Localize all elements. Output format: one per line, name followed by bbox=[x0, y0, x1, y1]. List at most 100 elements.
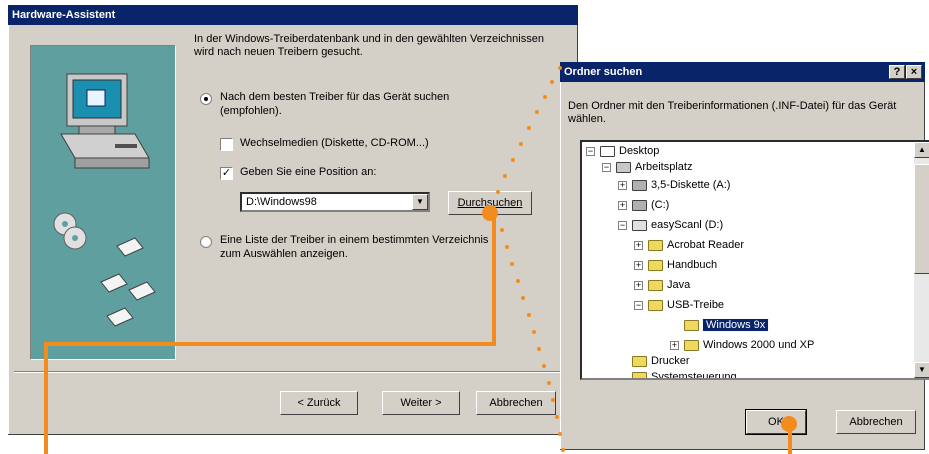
next-button[interactable]: Weiter > bbox=[382, 391, 460, 415]
connector-dot bbox=[551, 398, 555, 402]
computer-icon bbox=[616, 161, 631, 173]
tree-item-drucker[interactable]: Drucker bbox=[632, 353, 690, 369]
tree-item-handbuch[interactable]: Handbuch bbox=[648, 257, 717, 273]
folder-dialog-title: Ordner suchen bbox=[564, 66, 643, 78]
checkbox-removable-media-label: Wechselmedien (Diskette, CD-ROM...) bbox=[240, 137, 429, 149]
collapse-icon[interactable]: − bbox=[586, 147, 595, 156]
callout-line-vertical bbox=[492, 215, 496, 346]
close-icon: × bbox=[910, 66, 918, 78]
connector-dot bbox=[521, 296, 525, 300]
connector-dot bbox=[550, 80, 554, 84]
expand-icon[interactable]: + bbox=[618, 201, 627, 210]
connector-dot bbox=[496, 190, 500, 194]
callout-line-horizontal bbox=[44, 342, 496, 346]
tree-item-usb-treibe[interactable]: USB-Treibe bbox=[648, 297, 724, 313]
connector-dot bbox=[500, 228, 504, 232]
connector-dot bbox=[532, 330, 536, 334]
connector-dot bbox=[505, 245, 509, 249]
checkbox-specify-location-label: Geben Sie eine Position an: bbox=[240, 166, 377, 178]
connector-dot bbox=[558, 432, 562, 436]
location-combobox[interactable]: D:\Windows98 ▼ bbox=[240, 192, 430, 212]
expand-icon[interactable]: + bbox=[670, 341, 679, 350]
tree-scrollbar[interactable]: ▲ ▼ bbox=[914, 142, 929, 378]
tree-item-windows-9x[interactable]: Windows 9x bbox=[684, 317, 770, 333]
connector-dot bbox=[555, 415, 559, 419]
expand-icon[interactable]: + bbox=[618, 181, 627, 190]
scroll-thumb[interactable] bbox=[914, 164, 929, 274]
folder-icon bbox=[648, 279, 663, 291]
location-value: D:\Windows98 bbox=[246, 196, 317, 208]
connector-dot bbox=[516, 279, 520, 283]
tree-item-drive-d[interactable]: easyScanl (D:) bbox=[632, 217, 723, 233]
ok-button[interactable]: OK bbox=[745, 409, 807, 435]
folder-icon bbox=[648, 259, 663, 271]
wizard-title-bar[interactable]: Hardware-Assistent bbox=[8, 5, 578, 25]
chevron-down-icon: ▼ bbox=[416, 197, 424, 206]
radio-best-driver-label: Nach dem besten Treiber für das Gerät su… bbox=[220, 91, 450, 103]
connector-dot bbox=[511, 158, 515, 162]
tree-item-windows-2000[interactable]: Windows 2000 und XP bbox=[684, 337, 814, 353]
wizard-illustration bbox=[30, 45, 176, 360]
connector-dot bbox=[558, 66, 562, 70]
folder-icon bbox=[648, 299, 663, 311]
folder-dialog-description: Den Ordner mit den Treiberinformationen … bbox=[568, 100, 897, 125]
folder-icon bbox=[684, 339, 699, 351]
expand-icon[interactable]: + bbox=[634, 261, 643, 270]
folder-dialog-title-bar[interactable]: Ordner suchen bbox=[560, 62, 925, 82]
connector-dot bbox=[535, 110, 539, 114]
connector-dot bbox=[542, 364, 546, 368]
floppy-drive-icon bbox=[632, 179, 647, 191]
connector-dot bbox=[527, 126, 531, 130]
tree-item-floppy[interactable]: 3,5-Diskette (A:) bbox=[632, 177, 730, 193]
help-button[interactable]: ? bbox=[889, 65, 905, 79]
computer-illustration-icon bbox=[53, 73, 156, 327]
connector-dot bbox=[527, 313, 531, 317]
connector-dot bbox=[543, 95, 547, 99]
callout-dot-ok bbox=[781, 416, 797, 432]
connector-dot bbox=[547, 381, 551, 385]
tree-item-drive-c[interactable]: (C:) bbox=[632, 197, 669, 213]
connector-dot bbox=[503, 174, 507, 178]
callout-line-left-down bbox=[44, 342, 48, 454]
open-folder-icon bbox=[684, 319, 699, 331]
connector-dot bbox=[537, 347, 541, 351]
hard-drive-icon bbox=[632, 199, 647, 211]
folder-dialog-window: Ordner suchen ? × Den Ordner mit den Tre… bbox=[560, 62, 929, 450]
radio-driver-list-label-cont: zum Auswählen anzeigen. bbox=[220, 248, 348, 260]
scroll-down-button[interactable]: ▼ bbox=[914, 362, 929, 378]
tree-item-desktop[interactable]: Desktop bbox=[600, 143, 659, 159]
collapse-icon[interactable]: − bbox=[618, 221, 627, 230]
folder-cancel-button[interactable]: Abbrechen bbox=[836, 410, 916, 434]
folder-icon bbox=[648, 239, 663, 251]
tree-item-arbeitsplatz[interactable]: Arbeitsplatz bbox=[616, 159, 692, 175]
cd-drive-icon bbox=[632, 219, 647, 231]
connector-dot bbox=[519, 142, 523, 146]
callout-dot-browse bbox=[482, 205, 498, 221]
radio-best-driver[interactable] bbox=[200, 93, 212, 105]
collapse-icon[interactable]: − bbox=[602, 163, 611, 172]
tree-item-systemsteuerung[interactable]: Systemsteuerung bbox=[632, 369, 737, 378]
desktop-icon bbox=[600, 145, 615, 157]
scroll-up-button[interactable]: ▲ bbox=[914, 142, 929, 158]
radio-driver-list-label: Eine Liste der Treiber in einem bestimmt… bbox=[220, 234, 489, 246]
collapse-icon[interactable]: − bbox=[634, 301, 643, 310]
radio-best-driver-label-cont: (empfohlen). bbox=[220, 105, 282, 117]
connector-dot bbox=[561, 448, 565, 452]
wizard-title: Hardware-Assistent bbox=[12, 9, 116, 21]
close-button[interactable]: × bbox=[906, 65, 922, 79]
wizard-description: In der Windows-Treiberdatenbank und in d… bbox=[194, 33, 544, 58]
expand-icon[interactable]: + bbox=[634, 281, 643, 290]
wizard-separator bbox=[14, 371, 570, 373]
tree-item-java[interactable]: Java bbox=[648, 277, 690, 293]
checkbox-removable-media[interactable] bbox=[220, 138, 233, 151]
location-dropdown-button[interactable]: ▼ bbox=[412, 194, 428, 210]
folder-tree[interactable]: ▲ ▼ − Desktop − Arbeitsplatz + 3,5-Diske… bbox=[580, 140, 929, 380]
printers-folder-icon bbox=[632, 355, 647, 367]
radio-driver-list[interactable] bbox=[200, 236, 212, 248]
expand-icon[interactable]: + bbox=[634, 241, 643, 250]
checkbox-specify-location[interactable]: ✓ bbox=[220, 167, 233, 180]
back-button[interactable]: < Zurück bbox=[280, 391, 358, 415]
tree-item-acrobat-reader[interactable]: Acrobat Reader bbox=[648, 237, 744, 253]
cancel-button[interactable]: Abbrechen bbox=[476, 391, 556, 415]
question-mark-icon: ? bbox=[893, 66, 901, 78]
